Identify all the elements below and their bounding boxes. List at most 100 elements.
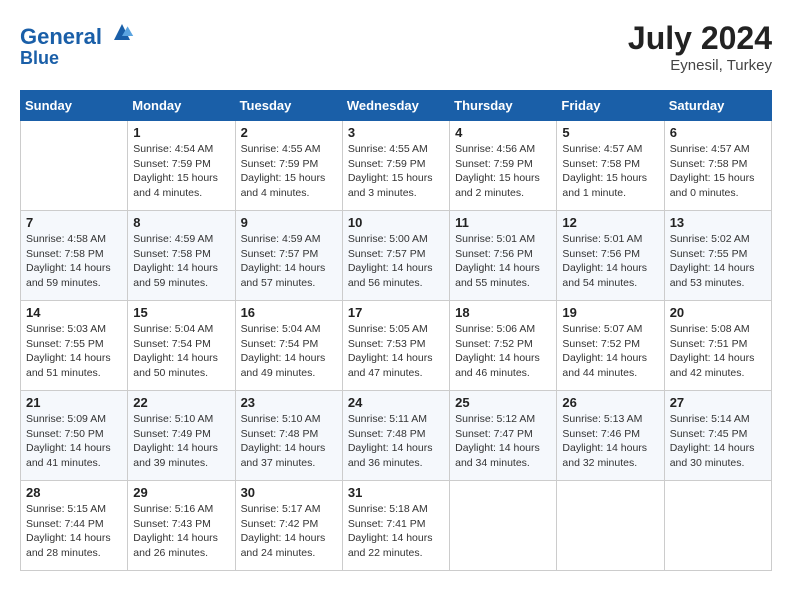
day-number: 26 xyxy=(562,395,658,410)
calendar-cell: 15Sunrise: 5:04 AMSunset: 7:54 PMDayligh… xyxy=(128,301,235,391)
calendar-cell: 24 Sunrise: 5:11 AMSunset: 7:48 PMDayligh… xyxy=(342,391,449,481)
calendar-week-row: 1 Sunrise: 4:54 AMSunset: 7:59 PMDaylight… xyxy=(21,121,772,211)
day-number: 12 xyxy=(562,215,658,230)
day-number: 3 xyxy=(348,125,444,140)
calendar-cell: 20 Sunrise: 5:08 AMSunset: 7:51 PMDayligh… xyxy=(664,301,771,391)
calendar-cell xyxy=(21,121,128,211)
day-info: Sunrise: 4:54 AMSunset: 7:59 PMDaylight:… xyxy=(133,142,229,201)
day-info: Sunrise: 5:06 AMSunset: 7:52 PMDaylight:… xyxy=(455,322,551,381)
calendar-table: SundayMondayTuesdayWednesdayThursdayFrid… xyxy=(20,90,772,571)
column-header-monday: Monday xyxy=(128,91,235,121)
day-info: Sunrise: 5:10 AMSunset: 7:49 PMDaylight:… xyxy=(133,412,229,471)
day-info: Sunrise: 5:16 AMSunset: 7:43 PMDaylight:… xyxy=(133,502,229,561)
calendar-week-row: 21 Sunrise: 5:09 AMSunset: 7:50 PMDayligh… xyxy=(21,391,772,481)
calendar-cell: 10 Sunrise: 5:00 AMSunset: 7:57 PMDayligh… xyxy=(342,211,449,301)
calendar-cell: 25 Sunrise: 5:12 AMSunset: 7:47 PMDayligh… xyxy=(450,391,557,481)
title-block: July 2024 Eynesil, Turkey xyxy=(628,20,772,74)
calendar-cell: 28 Sunrise: 5:15 AMSunset: 7:44 PMDayligh… xyxy=(21,481,128,571)
column-header-friday: Friday xyxy=(557,91,664,121)
calendar-header-row: SundayMondayTuesdayWednesdayThursdayFrid… xyxy=(21,91,772,121)
day-info: Sunrise: 5:18 AMSunset: 7:41 PMDaylight:… xyxy=(348,502,444,561)
day-number: 1 xyxy=(133,125,229,140)
day-info: Sunrise: 5:08 AMSunset: 7:51 PMDaylight:… xyxy=(670,322,766,381)
column-header-wednesday: Wednesday xyxy=(342,91,449,121)
day-number: 14 xyxy=(26,305,122,320)
calendar-cell: 16 Sunrise: 5:04 AMSunset: 7:54 PMDayligh… xyxy=(235,301,342,391)
day-number: 4 xyxy=(455,125,551,140)
day-number: 22 xyxy=(133,395,229,410)
day-info: Sunrise: 5:12 AMSunset: 7:47 PMDaylight:… xyxy=(455,412,551,471)
calendar-cell: 14 Sunrise: 5:03 AMSunset: 7:55 PMDayligh… xyxy=(21,301,128,391)
column-header-sunday: Sunday xyxy=(21,91,128,121)
day-info: Sunrise: 5:00 AMSunset: 7:57 PMDaylight:… xyxy=(348,232,444,291)
day-number: 21 xyxy=(26,395,122,410)
column-header-saturday: Saturday xyxy=(664,91,771,121)
day-number: 20 xyxy=(670,305,766,320)
calendar-cell: 6Sunrise: 4:57 AMSunset: 7:58 PMDaylight… xyxy=(664,121,771,211)
calendar-cell: 29Sunrise: 5:16 AMSunset: 7:43 PMDayligh… xyxy=(128,481,235,571)
day-info: Sunrise: 4:59 AMSunset: 7:57 PMDaylight:… xyxy=(241,232,337,291)
calendar-cell: 7Sunrise: 4:58 AMSunset: 7:58 PMDaylight… xyxy=(21,211,128,301)
day-info: Sunrise: 5:02 AMSunset: 7:55 PMDaylight:… xyxy=(670,232,766,291)
day-number: 25 xyxy=(455,395,551,410)
logo-text: General xyxy=(20,20,134,49)
day-number: 28 xyxy=(26,485,122,500)
day-number: 18 xyxy=(455,305,551,320)
calendar-cell: 31Sunrise: 5:18 AMSunset: 7:41 PMDayligh… xyxy=(342,481,449,571)
day-number: 19 xyxy=(562,305,658,320)
day-number: 5 xyxy=(562,125,658,140)
day-info: Sunrise: 5:15 AMSunset: 7:44 PMDaylight:… xyxy=(26,502,122,561)
day-info: Sunrise: 4:57 AMSunset: 7:58 PMDaylight:… xyxy=(670,142,766,201)
day-info: Sunrise: 5:14 AMSunset: 7:45 PMDaylight:… xyxy=(670,412,766,471)
day-info: Sunrise: 5:17 AMSunset: 7:42 PMDaylight:… xyxy=(241,502,337,561)
column-header-tuesday: Tuesday xyxy=(235,91,342,121)
calendar-week-row: 7Sunrise: 4:58 AMSunset: 7:58 PMDaylight… xyxy=(21,211,772,301)
calendar-cell xyxy=(450,481,557,571)
day-info: Sunrise: 5:01 AMSunset: 7:56 PMDaylight:… xyxy=(562,232,658,291)
calendar-cell: 9 Sunrise: 4:59 AMSunset: 7:57 PMDaylight… xyxy=(235,211,342,301)
day-info: Sunrise: 5:11 AMSunset: 7:48 PMDaylight:… xyxy=(348,412,444,471)
day-info: Sunrise: 5:13 AMSunset: 7:46 PMDaylight:… xyxy=(562,412,658,471)
calendar-cell: 12 Sunrise: 5:01 AMSunset: 7:56 PMDayligh… xyxy=(557,211,664,301)
day-number: 16 xyxy=(241,305,337,320)
calendar-cell: 13 Sunrise: 5:02 AMSunset: 7:55 PMDayligh… xyxy=(664,211,771,301)
day-info: Sunrise: 4:55 AMSunset: 7:59 PMDaylight:… xyxy=(241,142,337,201)
day-number: 11 xyxy=(455,215,551,230)
calendar-cell: 26 Sunrise: 5:13 AMSunset: 7:46 PMDayligh… xyxy=(557,391,664,481)
day-info: Sunrise: 4:59 AMSunset: 7:58 PMDaylight:… xyxy=(133,232,229,291)
page-header: General Blue July 2024 Eynesil, Turkey xyxy=(20,20,772,74)
day-info: Sunrise: 4:58 AMSunset: 7:58 PMDaylight:… xyxy=(26,232,122,291)
logo-icon xyxy=(110,20,134,44)
day-number: 10 xyxy=(348,215,444,230)
day-info: Sunrise: 5:03 AMSunset: 7:55 PMDaylight:… xyxy=(26,322,122,381)
day-info: Sunrise: 5:04 AMSunset: 7:54 PMDaylight:… xyxy=(241,322,337,381)
day-number: 24 xyxy=(348,395,444,410)
day-info: Sunrise: 5:05 AMSunset: 7:53 PMDaylight:… xyxy=(348,322,444,381)
calendar-week-row: 14 Sunrise: 5:03 AMSunset: 7:55 PMDayligh… xyxy=(21,301,772,391)
day-number: 23 xyxy=(241,395,337,410)
day-info: Sunrise: 4:55 AMSunset: 7:59 PMDaylight:… xyxy=(348,142,444,201)
month-year-title: July 2024 xyxy=(628,20,772,57)
day-number: 13 xyxy=(670,215,766,230)
day-info: Sunrise: 5:09 AMSunset: 7:50 PMDaylight:… xyxy=(26,412,122,471)
calendar-cell: 27 Sunrise: 5:14 AMSunset: 7:45 PMDayligh… xyxy=(664,391,771,481)
day-number: 27 xyxy=(670,395,766,410)
calendar-cell xyxy=(557,481,664,571)
column-header-thursday: Thursday xyxy=(450,91,557,121)
day-number: 2 xyxy=(241,125,337,140)
calendar-cell: 22 Sunrise: 5:10 AMSunset: 7:49 PMDayligh… xyxy=(128,391,235,481)
calendar-cell: 8 Sunrise: 4:59 AMSunset: 7:58 PMDaylight… xyxy=(128,211,235,301)
day-info: Sunrise: 5:01 AMSunset: 7:56 PMDaylight:… xyxy=(455,232,551,291)
logo-text-blue: Blue xyxy=(20,49,134,69)
logo: General Blue xyxy=(20,20,134,69)
day-number: 8 xyxy=(133,215,229,230)
calendar-cell: 17Sunrise: 5:05 AMSunset: 7:53 PMDayligh… xyxy=(342,301,449,391)
calendar-cell: 5Sunrise: 4:57 AMSunset: 7:58 PMDaylight… xyxy=(557,121,664,211)
day-number: 9 xyxy=(241,215,337,230)
calendar-cell: 30 Sunrise: 5:17 AMSunset: 7:42 PMDayligh… xyxy=(235,481,342,571)
day-number: 30 xyxy=(241,485,337,500)
calendar-cell: 19Sunrise: 5:07 AMSunset: 7:52 PMDayligh… xyxy=(557,301,664,391)
location-title: Eynesil, Turkey xyxy=(628,57,772,74)
calendar-cell: 3 Sunrise: 4:55 AMSunset: 7:59 PMDaylight… xyxy=(342,121,449,211)
day-number: 15 xyxy=(133,305,229,320)
